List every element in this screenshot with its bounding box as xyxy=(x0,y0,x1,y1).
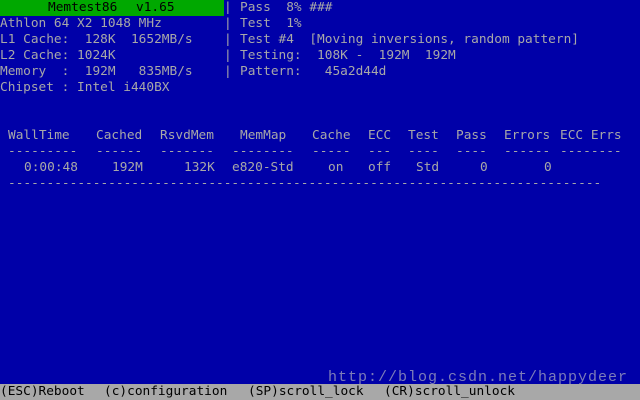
configuration-key[interactable]: (c)configuration xyxy=(104,384,227,400)
value-errors: 0 xyxy=(544,160,552,175)
value-ecc: off xyxy=(368,160,392,175)
header-underline: ------- xyxy=(160,144,214,159)
header-underline: ----- xyxy=(312,144,351,159)
separator: | xyxy=(224,0,232,15)
header-ecc-errs: ECC Errs xyxy=(560,128,622,143)
pass-progress-label: Pass 8% xyxy=(240,0,302,15)
header-errors: Errors xyxy=(504,128,551,143)
value-memmap: e820-Std xyxy=(232,160,294,175)
testing-range: Testing: 108K - 192M 192M xyxy=(240,48,456,63)
separator: | xyxy=(224,16,232,31)
memtest-screen: Memtest86 v1.65 Athlon 64 X2 1048 MHz L1… xyxy=(0,0,640,400)
scroll-lock-key[interactable]: (SP)scroll_lock xyxy=(248,384,364,400)
separator: | xyxy=(224,48,232,63)
header-underline: --------- xyxy=(8,144,78,159)
header-cache: Cache xyxy=(312,128,351,143)
chipset-info: Chipset : Intel i440BX xyxy=(0,80,170,95)
footer-bar: (ESC)Reboot (c)configuration (SP)scroll_… xyxy=(0,384,640,400)
value-rsvdmem: 132K xyxy=(184,160,215,175)
current-test: Test #4 [Moving inversions, random patte… xyxy=(240,32,579,47)
header-test: Test xyxy=(408,128,439,143)
title-bar: Memtest86 v1.65 xyxy=(0,0,224,16)
header-memmap: MemMap xyxy=(240,128,287,143)
header-pass: Pass xyxy=(456,128,487,143)
pass-progress: Pass 8% ### xyxy=(240,0,332,16)
header-ecc: ECC xyxy=(368,128,392,143)
reboot-key[interactable]: (ESC)Reboot xyxy=(0,384,85,400)
test-progress: Test 1% xyxy=(240,16,302,31)
header-underline: ---- xyxy=(408,144,439,159)
value-walltime: 0:00:48 xyxy=(24,160,78,175)
l1-cache-info: L1 Cache: 128K 1652MB/s xyxy=(0,32,193,47)
header-underline: ---- xyxy=(456,144,487,159)
value-test: Std xyxy=(416,160,440,175)
header-walltime: WallTime xyxy=(8,128,70,143)
header-rsvdmem: RsvdMem xyxy=(160,128,214,143)
separator: | xyxy=(224,64,232,79)
header-cached: Cached xyxy=(96,128,143,143)
test-pattern: Pattern: 45a2d44d xyxy=(240,64,387,79)
app-title: Memtest86 xyxy=(48,0,118,15)
separator: | xyxy=(224,32,232,47)
value-pass: 0 xyxy=(480,160,488,175)
header-underline: ------ xyxy=(96,144,143,159)
value-cached: 192M xyxy=(112,160,143,175)
header-underline: -------- xyxy=(232,144,294,159)
value-cache: on xyxy=(328,160,344,175)
scroll-unlock-key[interactable]: (CR)scroll_unlock xyxy=(384,384,515,400)
app-version: v1.65 xyxy=(136,0,175,15)
memory-info: Memory : 192M 835MB/s xyxy=(0,64,193,79)
l2-cache-info: L2 Cache: 1024K xyxy=(0,48,116,63)
header-underline: -------- xyxy=(560,144,622,159)
table-divider: ----------------------------------------… xyxy=(8,176,602,191)
header-underline: --- xyxy=(368,144,392,159)
header-underline: ------ xyxy=(504,144,551,159)
cpu-info: Athlon 64 X2 1048 MHz xyxy=(0,16,162,31)
pass-progress-bar: ### xyxy=(309,0,333,15)
